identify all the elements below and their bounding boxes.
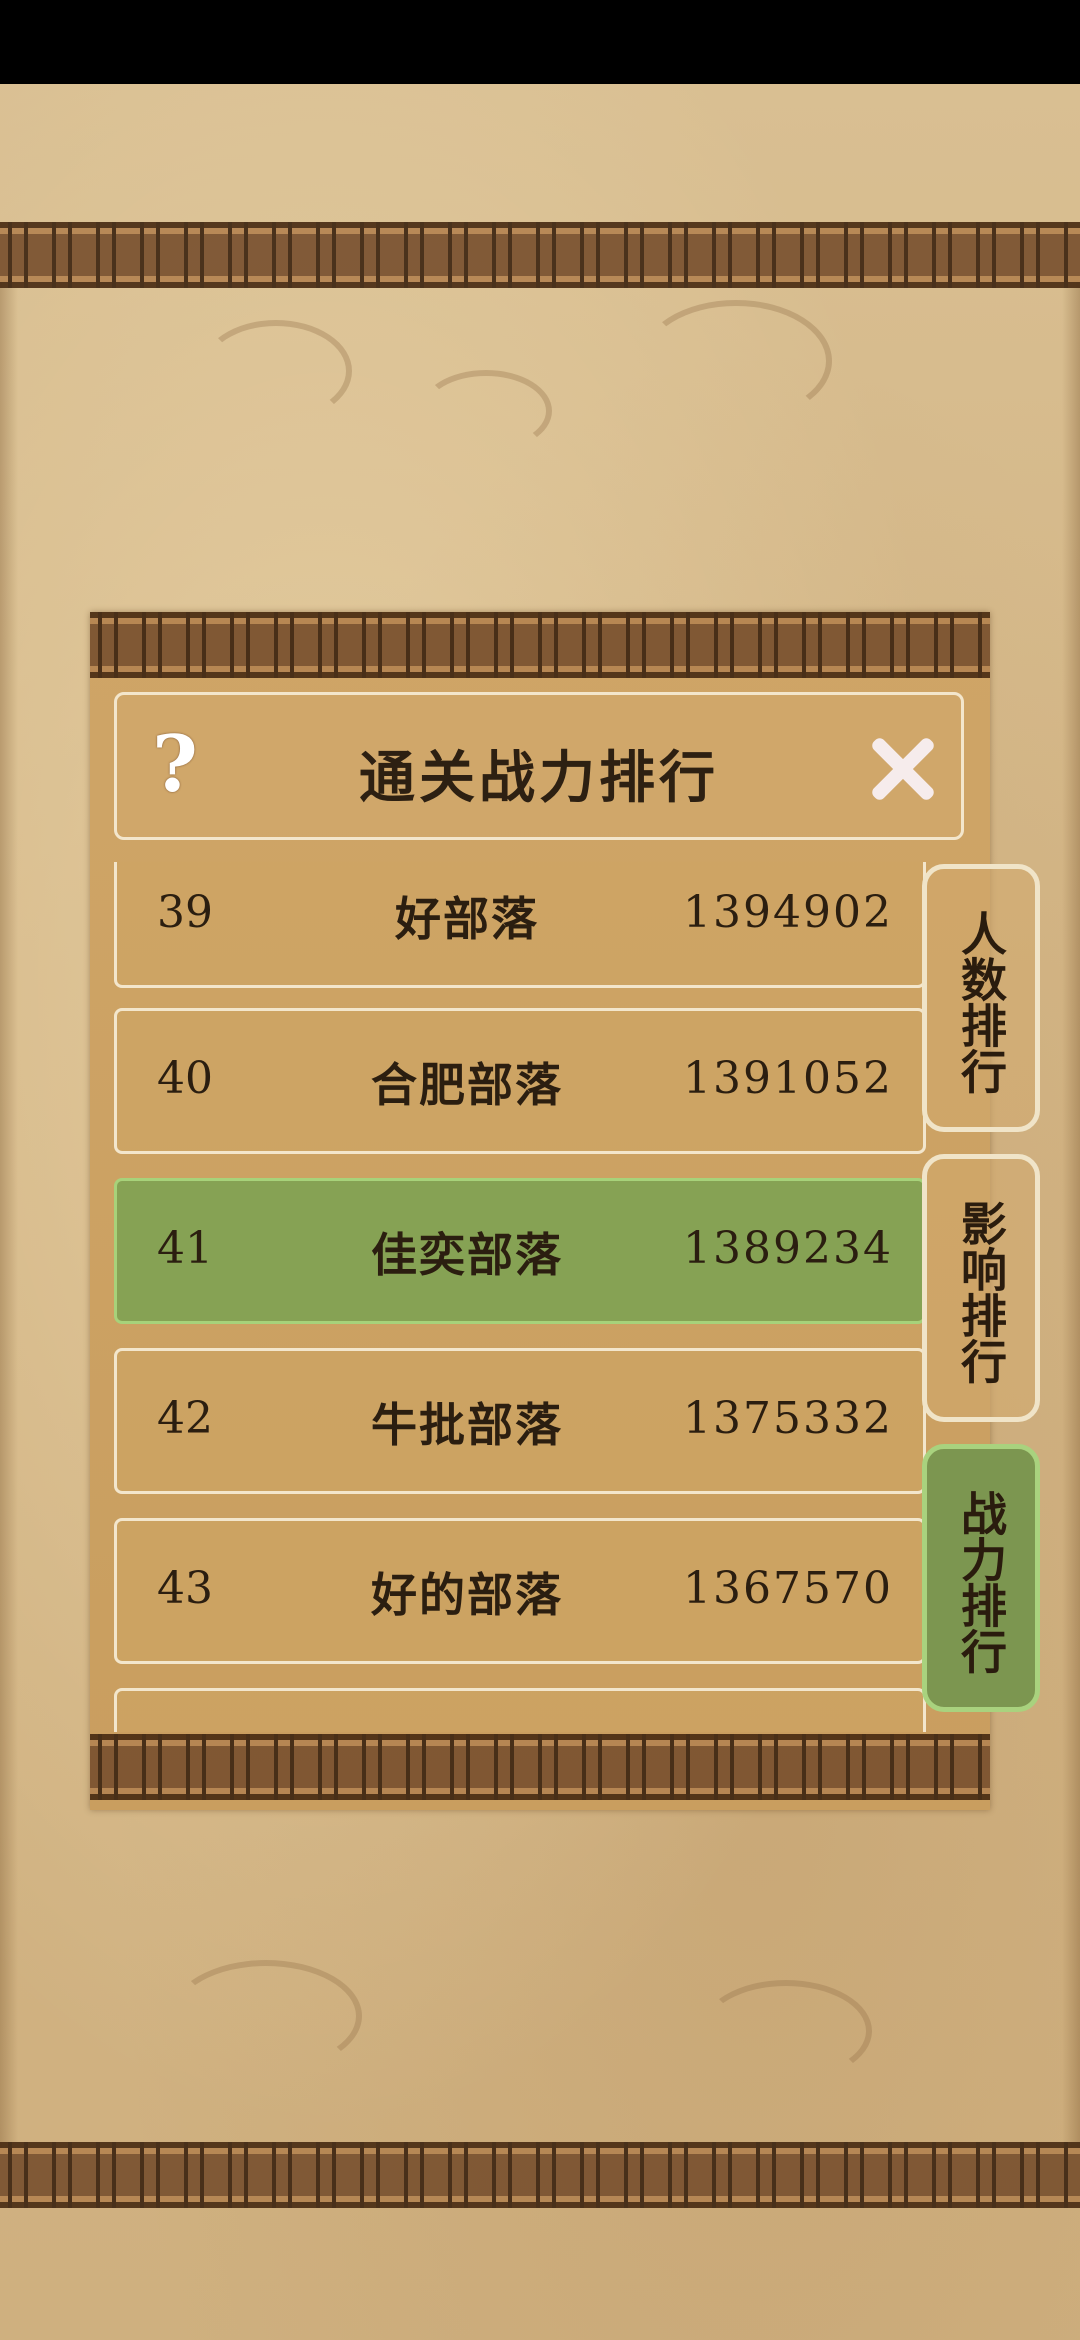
table-row[interactable]: 39 好部落 1394902 [114, 862, 926, 988]
power-value: 1367570 [683, 1563, 893, 1614]
rank-number: 39 [157, 887, 213, 938]
cloud-ornament-icon [700, 1980, 872, 2082]
rank-number: 41 [157, 1223, 213, 1274]
tribe-name: 牛批部落 [371, 1398, 563, 1452]
power-value: 1389234 [683, 1223, 893, 1274]
power-value: 1375332 [683, 1393, 893, 1444]
dialog-top-fret [90, 612, 990, 678]
dialog-bottom-fret [90, 1734, 990, 1800]
scroll-edge-right [1062, 280, 1080, 2150]
top-fret-border [0, 222, 1080, 288]
table-row[interactable]: 43 好的部落 1367570 [114, 1518, 926, 1664]
tribe-name: 佳奕部落 [371, 1228, 563, 1282]
tribe-name: 合肥部落 [371, 1058, 563, 1112]
power-value: 1391052 [683, 1053, 893, 1104]
tab-label: 影响排行 [954, 1200, 1008, 1384]
status-bar [0, 0, 1080, 84]
rank-number: 40 [157, 1053, 213, 1104]
scroll-edge-left [0, 280, 18, 2150]
table-row[interactable]: 40 合肥部落 1391052 [114, 1008, 926, 1154]
rank-number: 43 [157, 1563, 213, 1614]
table-row-partial[interactable] [114, 1688, 926, 1732]
power-value: 1394902 [683, 887, 893, 938]
tab-label: 战力排行 [954, 1490, 1008, 1674]
cloud-ornament-icon [170, 1960, 362, 2072]
table-row[interactable]: 42 牛批部落 1375332 [114, 1348, 926, 1494]
tab-label: 人数排行 [954, 910, 1008, 1094]
cloud-ornament-icon [640, 300, 832, 422]
tab-power-ranking[interactable]: 战力排行 [922, 1444, 1040, 1712]
tab-influence-ranking[interactable]: 影响排行 [922, 1154, 1040, 1422]
dialog-header: ? 通关战力排行 [114, 692, 964, 840]
table-row-highlighted[interactable]: 41 佳奕部落 1389234 [114, 1178, 926, 1324]
bottom-fret-border [0, 2142, 1080, 2208]
dialog-title: 通关战力排行 [359, 745, 719, 811]
cloud-ornament-icon [200, 320, 352, 422]
tab-population-ranking[interactable]: 人数排行 [922, 864, 1040, 1132]
cloud-ornament-icon [420, 370, 552, 452]
rank-number: 42 [157, 1393, 213, 1444]
tribe-name: 好的部落 [371, 1568, 563, 1622]
ranking-list[interactable]: 39 好部落 1394902 40 合肥部落 1391052 41 佳奕部落 1… [114, 862, 926, 1732]
tribe-name: 好部落 [395, 892, 539, 946]
close-icon[interactable] [865, 731, 941, 807]
